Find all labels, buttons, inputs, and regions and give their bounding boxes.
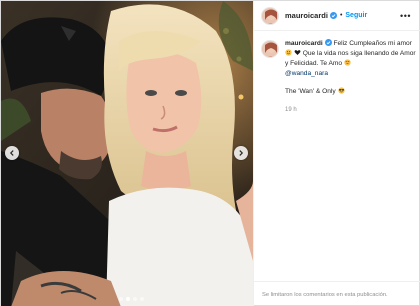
comments-disabled-notice: Se limitaron los comentarios en esta pub…: [254, 281, 420, 306]
comments-disabled-text: Se limitaron los comentarios en esta pub…: [262, 291, 388, 298]
carousel-indicator: [119, 297, 144, 301]
caption-paragraph-1: mauroicardi Feliz Cumpleaños mi amor Que…: [285, 39, 417, 79]
heart-emoji-icon: [294, 50, 303, 57]
post-timestamp[interactable]: 19 h: [285, 105, 417, 115]
instagram-post: mauroicardi • Seguir ••• mauroicardi Fel…: [0, 0, 420, 306]
avatar[interactable]: [261, 40, 279, 58]
post-header: mauroicardi • Seguir •••: [254, 1, 420, 31]
caption-username[interactable]: mauroicardi: [285, 40, 323, 47]
avatar-image: [262, 7, 278, 24]
caption-text-1: Feliz Cumpleaños mi amor: [333, 40, 412, 47]
couple-emoji-icon: [285, 49, 294, 57]
caption-paragraph-2: The 'Wan' & Only: [285, 87, 417, 97]
post-photo[interactable]: [1, 1, 253, 306]
post-caption: mauroicardi Feliz Cumpleaños mi amor Que…: [261, 39, 417, 115]
post-sidebar: mauroicardi • Seguir ••• mauroicardi Fel…: [253, 1, 420, 306]
avatar-image: [262, 41, 278, 57]
mention-link[interactable]: @wanda_nara: [285, 70, 328, 77]
carousel-next-button[interactable]: [234, 146, 248, 160]
chevron-left-icon: [9, 150, 14, 156]
heart-eyes-emoji-icon: [344, 59, 351, 67]
more-options-icon[interactable]: •••: [400, 11, 411, 21]
carousel-prev-button[interactable]: [5, 146, 19, 160]
carousel-dot: [140, 297, 144, 301]
carousel-dot: [133, 297, 137, 301]
verified-badge-icon: [329, 12, 337, 19]
couple-photo: [1, 1, 253, 306]
avatar[interactable]: [261, 6, 279, 25]
caption-text-3: The 'Wan' & Only: [285, 88, 336, 95]
username-link[interactable]: mauroicardi: [285, 11, 328, 20]
carousel-dot-active: [126, 297, 130, 301]
follow-button[interactable]: Seguir: [345, 12, 367, 19]
caption-body: mauroicardi Feliz Cumpleaños mi amor Que…: [285, 39, 417, 115]
carousel-dot: [119, 297, 123, 301]
sunglasses-emoji-icon: [337, 87, 345, 95]
separator-dot: •: [339, 12, 343, 19]
chevron-right-icon: [239, 150, 244, 156]
